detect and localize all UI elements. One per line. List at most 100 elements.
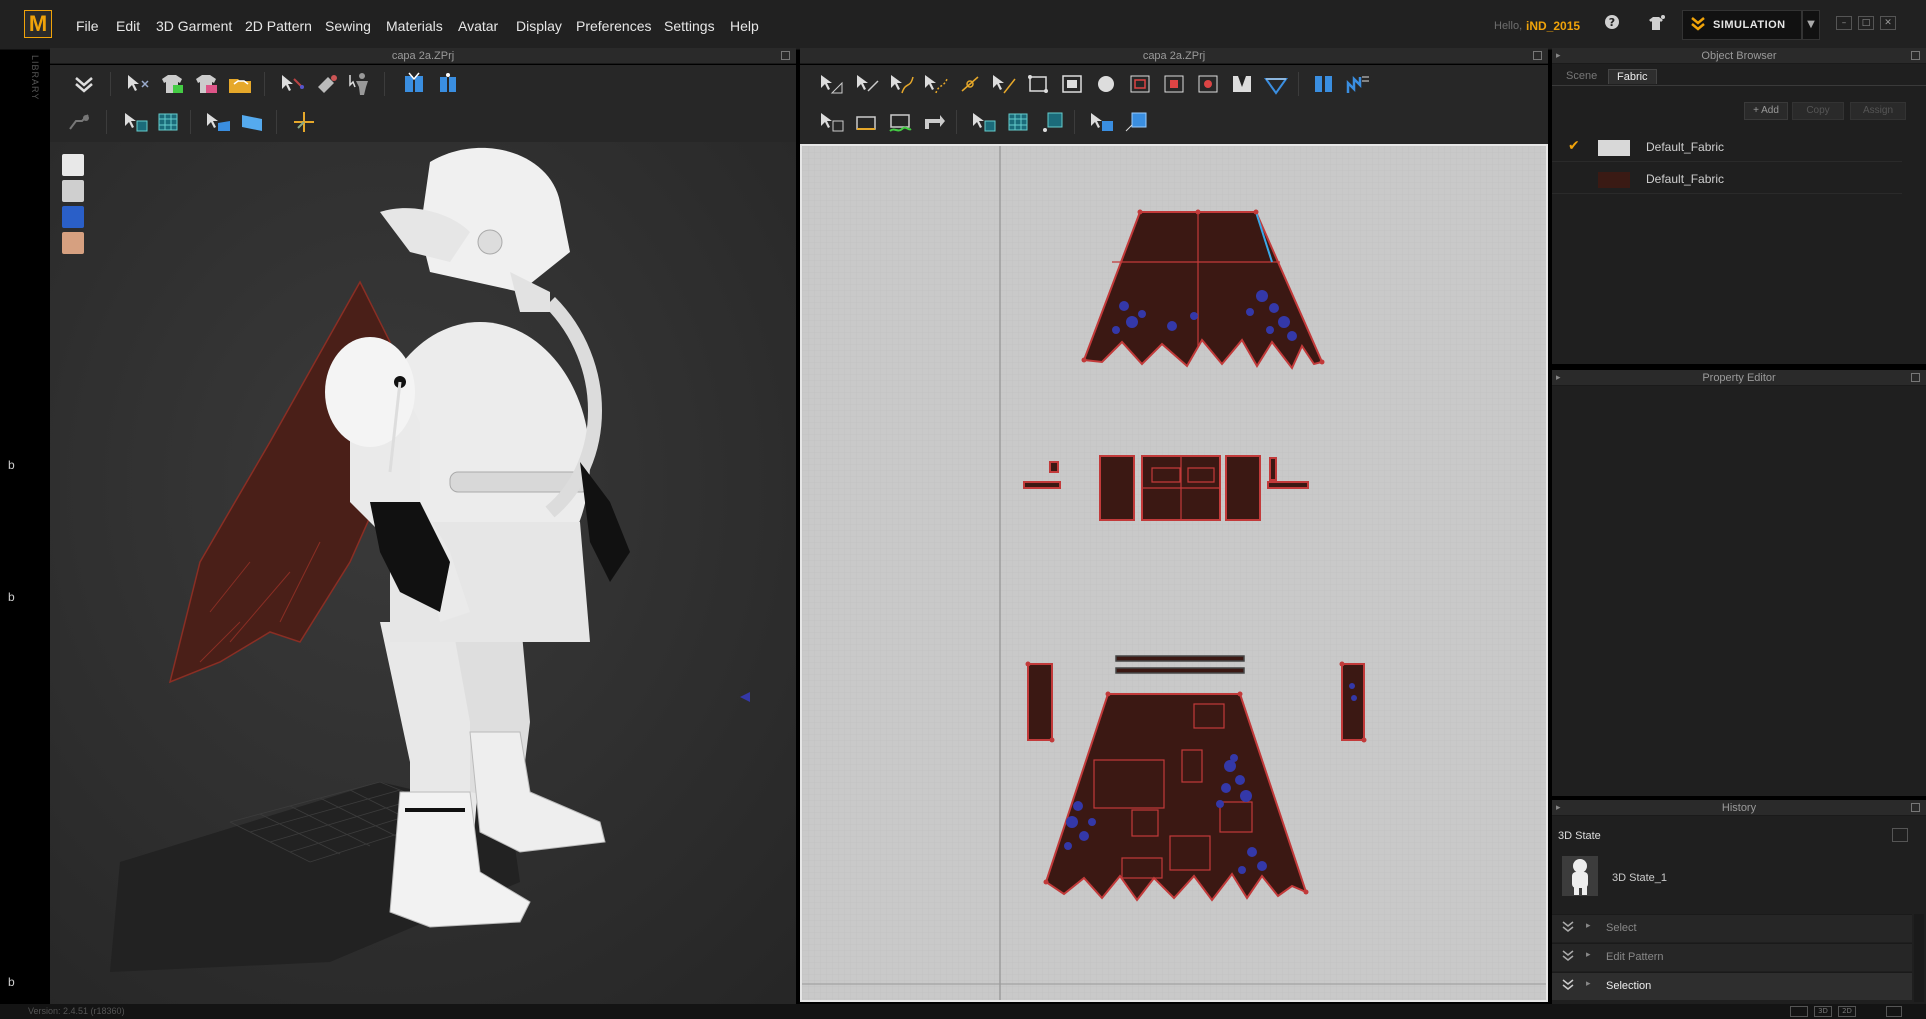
select-mesh-icon[interactable]	[122, 109, 150, 135]
select-mesh-2d-icon[interactable]	[970, 109, 998, 135]
menu-3d-garment[interactable]: 3D Garment	[156, 18, 232, 34]
fabric-row[interactable]: ✔ Default_Fabric	[1552, 132, 1902, 162]
simulation-run-icon[interactable]	[66, 109, 94, 135]
texture-display-icon[interactable]	[62, 206, 84, 228]
mesh-grid-icon[interactable]	[154, 109, 182, 135]
polygon-icon[interactable]	[1024, 71, 1052, 97]
history-item[interactable]: ▸ Selection	[1552, 972, 1912, 1000]
trace-icon[interactable]	[1262, 71, 1290, 97]
popout-icon[interactable]	[1911, 51, 1920, 60]
refresh-icon[interactable]	[1886, 1006, 1902, 1017]
help-icon[interactable]: ?	[1602, 14, 1622, 34]
rectangle-icon[interactable]	[1058, 71, 1086, 97]
save-state-icon[interactable]	[1892, 828, 1908, 842]
garment-pink-icon[interactable]	[192, 71, 220, 97]
menu-display[interactable]: Display	[516, 18, 562, 34]
edit-pins-icon[interactable]	[278, 71, 306, 97]
simulation-dropdown-icon[interactable]: ▼	[1802, 10, 1820, 40]
select-move-icon[interactable]	[124, 71, 152, 97]
arrange-icon[interactable]	[400, 71, 428, 97]
fold-tool-icon[interactable]	[920, 109, 948, 135]
collapse-arrow-icon[interactable]: ▸	[1556, 51, 1561, 61]
menu-2d-pattern[interactable]: 2D Pattern	[245, 18, 312, 34]
popout-icon[interactable]	[781, 51, 790, 60]
popout-icon[interactable]	[1911, 803, 1920, 812]
maximize-icon[interactable]: □	[1858, 16, 1874, 30]
menu-settings[interactable]: Settings	[664, 18, 715, 34]
transform-pattern-icon[interactable]	[818, 71, 846, 97]
close-icon[interactable]: ✕	[1880, 16, 1896, 30]
collapse-arrow-icon[interactable]: ▸	[1556, 803, 1561, 813]
tack-icon[interactable]	[312, 71, 340, 97]
select-texture-icon[interactable]	[204, 109, 232, 135]
texture-plane-icon[interactable]	[238, 109, 266, 135]
mesh-grid-2d-icon[interactable]	[1004, 109, 1032, 135]
history-item[interactable]: ▸ Select	[1552, 914, 1912, 942]
menu-sewing[interactable]: Sewing	[325, 18, 371, 34]
state-thumbnail[interactable]	[1562, 856, 1598, 896]
select-graphic-icon[interactable]	[1088, 109, 1116, 135]
internal-rectangle-icon[interactable]	[1160, 71, 1188, 97]
expand-triangle-icon: ▸	[1586, 950, 1591, 960]
avatar-settings-icon[interactable]	[1646, 14, 1666, 34]
popout-icon[interactable]	[1533, 51, 1542, 60]
fabric-row[interactable]: Default_Fabric	[1552, 164, 1902, 194]
property-editor-title: Property Editor	[1702, 372, 1776, 384]
select-fold-icon[interactable]	[818, 109, 846, 135]
property-editor-panel: Property Editor ▸	[1552, 370, 1926, 796]
layout-3d-icon[interactable]: 3D	[1814, 1006, 1832, 1017]
mesh-point-icon[interactable]	[1038, 109, 1066, 135]
garment-green-icon[interactable]	[158, 71, 186, 97]
fold-arrangement-icon[interactable]	[852, 109, 880, 135]
arrange-points-icon[interactable]	[434, 71, 462, 97]
edit-pattern-icon[interactable]	[854, 71, 882, 97]
menu-file[interactable]: File	[76, 18, 99, 34]
segment-sewing-icon[interactable]	[1310, 71, 1338, 97]
internal-circle-icon[interactable]	[1194, 71, 1222, 97]
garment-folder-icon[interactable]	[226, 71, 254, 97]
add-fabric-button[interactable]: + Add	[1744, 102, 1788, 120]
menu-avatar[interactable]: Avatar	[458, 18, 498, 34]
avatar-display-icon[interactable]	[62, 180, 84, 202]
expand-triangle-icon: ▸	[1586, 921, 1591, 931]
simulation-button[interactable]: SIMULATION	[1682, 10, 1802, 40]
menu-edit[interactable]: Edit	[116, 18, 140, 34]
collapse-arrow-icon[interactable]: ▸	[1556, 373, 1561, 383]
menu-preferences[interactable]: Preferences	[576, 18, 651, 34]
skin-display-icon[interactable]	[62, 232, 84, 254]
double-chevron-icon	[1562, 921, 1574, 936]
assign-fabric-button[interactable]: Assign	[1850, 102, 1906, 120]
transform-gizmo-icon[interactable]	[290, 109, 318, 135]
menu-help[interactable]: Help	[730, 18, 759, 34]
free-sewing-icon[interactable]	[1344, 71, 1372, 97]
tab-scene[interactable]: Scene	[1558, 69, 1605, 83]
minimize-icon[interactable]: –	[1836, 16, 1852, 30]
tab-fabric[interactable]: Fabric	[1608, 69, 1657, 84]
library-tab[interactable]: LIBRARY	[26, 55, 40, 155]
username[interactable]: iND_2015	[1526, 19, 1580, 33]
menu-materials[interactable]: Materials	[386, 18, 443, 34]
dropdown-chevron-icon[interactable]	[70, 71, 98, 97]
circle-icon[interactable]	[1092, 71, 1120, 97]
avatar-pose-icon[interactable]	[346, 71, 374, 97]
edit-sewing-line-icon[interactable]	[990, 71, 1018, 97]
dart-icon[interactable]	[1228, 71, 1256, 97]
internal-polygon-icon[interactable]	[1126, 71, 1154, 97]
popout-icon[interactable]	[1911, 373, 1920, 382]
double-chevron-icon	[1562, 979, 1574, 994]
viewport-2d[interactable]	[800, 144, 1548, 1002]
history-scrollbar[interactable]	[1914, 914, 1924, 1002]
add-point-icon[interactable]	[956, 71, 984, 97]
edit-curvature-icon[interactable]	[888, 71, 916, 97]
curve-point-icon[interactable]	[922, 71, 950, 97]
graphic-icon[interactable]	[1122, 109, 1150, 135]
layout-single-icon[interactable]	[1790, 1006, 1808, 1017]
viewport-3d[interactable]	[50, 142, 796, 1004]
history-item[interactable]: ▸ Edit Pattern	[1552, 943, 1912, 971]
layout-2d-icon[interactable]: 2D	[1838, 1006, 1856, 1017]
copy-fabric-button[interactable]: Copy	[1792, 102, 1844, 120]
history-state-item[interactable]: 3D State_1	[1612, 872, 1667, 884]
status-bar: Version: 2.4.51 (r18360) 3D 2D	[0, 1004, 1926, 1019]
fold-green-icon[interactable]	[886, 109, 914, 135]
garment-display-icon[interactable]	[62, 154, 84, 176]
